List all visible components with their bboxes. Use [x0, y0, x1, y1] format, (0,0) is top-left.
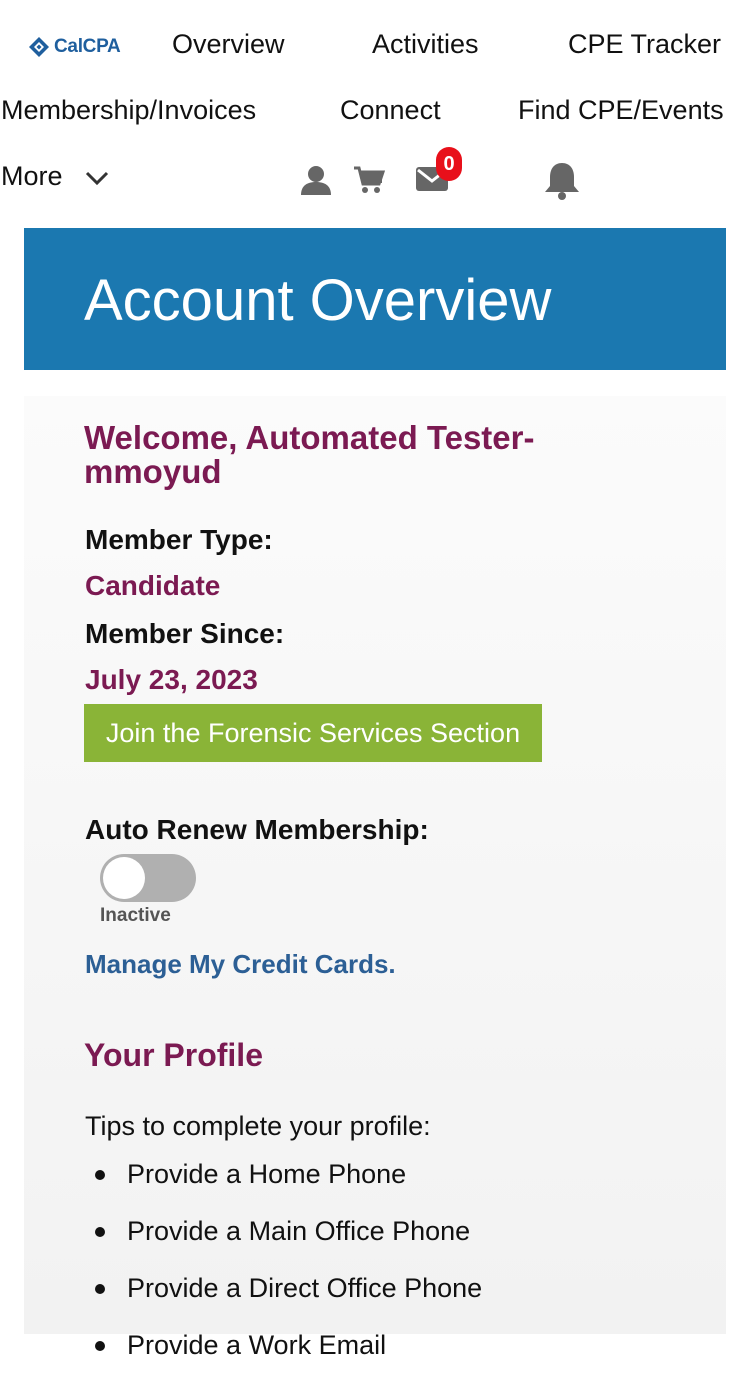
auto-renew-label: Auto Renew Membership: [85, 814, 429, 845]
welcome-heading: Welcome, Automated Tester- mmoyud [84, 421, 604, 489]
join-forensic-section-button[interactable]: Join the Forensic Services Section [84, 704, 542, 762]
toggle-knob [103, 857, 145, 899]
nav-more-label: More [1, 161, 63, 191]
nav-cpe-tracker[interactable]: CPE Tracker [568, 28, 721, 60]
nav-overview[interactable]: Overview [172, 28, 285, 60]
list-item: Provide a Main Office Phone [95, 1211, 482, 1268]
member-since-label: Member Since: [85, 618, 285, 649]
nav-connect[interactable]: Connect [340, 94, 441, 126]
account-overview-banner: Account Overview [24, 228, 726, 370]
cart-icon [354, 166, 386, 193]
nav-activities[interactable]: Activities [372, 28, 479, 60]
auto-renew-toggle[interactable] [100, 854, 196, 902]
messages-count-badge: 0 [436, 147, 462, 181]
member-type-label: Member Type: [85, 524, 273, 555]
manage-credit-cards-link[interactable]: Manage My Credit Cards. [85, 949, 396, 980]
profile-tips-list: Provide a Home Phone Provide a Main Offi… [95, 1154, 482, 1382]
logo-text: CalCPA [54, 36, 121, 57]
member-type-value: Candidate [85, 570, 221, 601]
nav-membership-invoices[interactable]: Membership/Invoices [1, 94, 256, 126]
nav-more[interactable]: More [1, 160, 110, 192]
welcome-line-1: Welcome, Automated Tester- [84, 419, 535, 456]
nav-find-cpe-events[interactable]: Find CPE/Events [518, 94, 724, 126]
your-profile-heading: Your Profile [84, 1037, 263, 1073]
cart-button[interactable] [353, 165, 386, 200]
auto-renew-status: Inactive [100, 905, 171, 926]
notifications-button[interactable] [543, 160, 581, 205]
calcpa-logo-mark-icon [29, 37, 49, 57]
profile-tips-intro: Tips to complete your profile: [85, 1111, 431, 1141]
calcpa-logo[interactable]: CalCPA [28, 34, 121, 60]
welcome-line-2: mmoyud [84, 453, 222, 490]
page-title: Account Overview [84, 268, 552, 333]
bell-icon [545, 163, 579, 200]
chevron-down-icon [85, 171, 109, 185]
member-since-value: July 23, 2023 [85, 664, 258, 695]
user-icon [301, 166, 331, 195]
list-item: Provide a Home Phone [95, 1154, 482, 1211]
account-button[interactable] [300, 164, 332, 201]
list-item: Provide a Direct Office Phone [95, 1268, 482, 1325]
